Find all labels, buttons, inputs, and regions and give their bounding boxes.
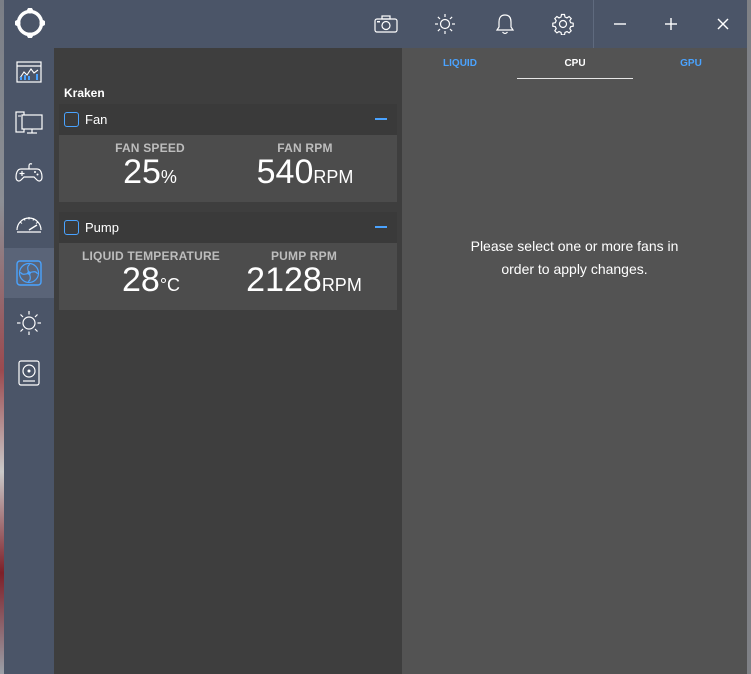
tab-liquid[interactable]: LIQUID bbox=[402, 58, 518, 69]
fan-collapse-button[interactable] bbox=[375, 118, 387, 120]
sidebar bbox=[4, 48, 54, 674]
fan-checkbox[interactable] bbox=[64, 112, 79, 127]
close-button[interactable] bbox=[707, 0, 739, 48]
desktop-background-strip-right bbox=[747, 0, 751, 674]
liquid-temperature-metric: LIQUID TEMPERATURE 28°C bbox=[81, 249, 221, 302]
camera-icon bbox=[374, 15, 398, 33]
maximize-icon bbox=[665, 18, 677, 30]
pump-rpm-value: 2128RPM bbox=[246, 261, 362, 299]
select-fans-message-line1: Please select one or more fans in bbox=[470, 238, 679, 254]
sidebar-item-lighting[interactable] bbox=[4, 298, 54, 348]
fan-rpm-metric: FAN RPM 540RPM bbox=[235, 141, 375, 194]
fan-speed-value: 25% bbox=[123, 153, 177, 191]
drive-icon bbox=[18, 360, 40, 386]
liquid-temperature-value: 28°C bbox=[121, 261, 181, 299]
settings-button[interactable] bbox=[548, 0, 578, 48]
gamepad-icon bbox=[15, 163, 43, 182]
pump-card: Pump LIQUID TEMPERATURE 28°C PUMP RPM 21… bbox=[59, 212, 397, 310]
pc-monitor-icon bbox=[15, 111, 43, 134]
fan-icon bbox=[16, 260, 42, 286]
lighting-button[interactable] bbox=[430, 0, 460, 48]
sidebar-item-pc[interactable] bbox=[4, 98, 54, 148]
sidebar-item-overclock[interactable] bbox=[4, 198, 54, 248]
sidebar-item-cooling[interactable] bbox=[4, 248, 54, 298]
fan-card: Fan FAN SPEED 25% FAN RPM 540RPM bbox=[59, 104, 397, 202]
app-logo-icon bbox=[15, 8, 45, 38]
pump-card-header: Pump bbox=[59, 212, 397, 243]
screenshot-button[interactable] bbox=[370, 0, 402, 48]
close-icon bbox=[717, 18, 729, 30]
pump-card-name: Pump bbox=[85, 220, 119, 235]
device-panel: Kraken Fan FAN SPEED 25% FAN RPM 540RPM … bbox=[54, 48, 402, 674]
gear-icon bbox=[552, 13, 574, 35]
pump-rpm-metric: PUMP RPM 2128RPM bbox=[234, 249, 374, 302]
sun-icon bbox=[17, 311, 41, 335]
fan-rpm-value: 540RPM bbox=[256, 153, 354, 191]
dashboard-icon bbox=[16, 61, 42, 83]
sidebar-item-games[interactable] bbox=[4, 148, 54, 198]
titlebar-separator bbox=[593, 0, 594, 48]
tab-cpu[interactable]: CPU bbox=[517, 58, 633, 69]
fan-curve-panel: LIQUID CPU GPU Please select one or more… bbox=[402, 48, 747, 674]
brightness-icon bbox=[435, 14, 455, 34]
speedometer-icon bbox=[16, 217, 42, 233]
title-bar bbox=[4, 0, 747, 48]
bell-icon bbox=[495, 14, 515, 35]
tab-gpu[interactable]: GPU bbox=[633, 58, 749, 69]
minimize-icon bbox=[614, 23, 626, 25]
minimize-button[interactable] bbox=[604, 0, 636, 48]
select-fans-message: Please select one or more fans in order … bbox=[402, 235, 747, 281]
tab-active-underline bbox=[517, 78, 633, 79]
notifications-button[interactable] bbox=[490, 0, 520, 48]
fan-card-name: Fan bbox=[85, 112, 108, 127]
pump-checkbox[interactable] bbox=[64, 220, 79, 235]
maximize-button[interactable] bbox=[655, 0, 687, 48]
select-fans-message-line2: order to apply changes. bbox=[501, 261, 648, 277]
fan-speed-metric: FAN SPEED 25% bbox=[89, 141, 211, 194]
pump-collapse-button[interactable] bbox=[375, 226, 387, 228]
fan-card-header: Fan bbox=[59, 104, 397, 135]
sidebar-item-dashboard[interactable] bbox=[4, 48, 54, 98]
sidebar-item-storage[interactable] bbox=[4, 348, 54, 398]
device-title: Kraken bbox=[64, 86, 105, 100]
